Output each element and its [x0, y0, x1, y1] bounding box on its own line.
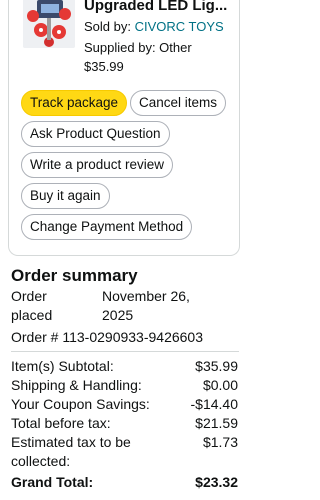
summary-divider [11, 351, 239, 352]
grand-total-label: Grand Total: [11, 474, 94, 490]
coupon-savings-label: Your Coupon Savings: [11, 396, 150, 412]
estimated-tax-value: $1.73 [202, 434, 238, 450]
ask-product-question-button[interactable]: Ask Product Question [21, 121, 170, 147]
subtotal-value: $35.99 [195, 358, 238, 374]
order-summary-title: Order summary [11, 266, 138, 285]
supplied-by: Supplied by: Other [84, 40, 192, 55]
total-before-tax-value: $21.59 [195, 415, 238, 431]
order-date-line2: 2025 [102, 307, 134, 323]
cancel-items-button[interactable]: Cancel items [130, 90, 227, 116]
order-date-line1: November 26, [102, 288, 190, 304]
toy-robot-kit-icon [23, 0, 75, 48]
sold-by-label: Sold by: [84, 19, 135, 34]
change-payment-button[interactable]: Change Payment Method [21, 214, 193, 240]
order-item-card: Upgraded LED Lig... Sold by: CIVORC TOYS… [8, 0, 240, 256]
sold-by: Sold by: CIVORC TOYS [84, 18, 224, 36]
shipping-label: Shipping & Handling: [11, 377, 142, 393]
buy-again-button[interactable]: Buy it again [21, 183, 110, 209]
track-package-button[interactable]: Track package [21, 90, 128, 116]
grand-total-value: $23.32 [195, 474, 238, 490]
estimated-tax-label-line1: Estimated tax to be [11, 434, 131, 450]
product-title[interactable]: Upgraded LED Lig... [84, 0, 256, 16]
seller-link[interactable]: CIVORC TOYS [135, 19, 224, 34]
estimated-tax-label-line2: collected: [11, 453, 71, 469]
order-placed-label-line1: Order [11, 288, 47, 304]
item-price: $35.99 [84, 59, 124, 74]
coupon-savings-value: -$14.40 [190, 396, 238, 412]
subtotal-label: Item(s) Subtotal: [11, 358, 114, 374]
shipping-value: $0.00 [202, 377, 238, 393]
order-number: Order # 113-0290933-9426603 [11, 329, 204, 345]
write-review-button[interactable]: Write a product review [21, 152, 174, 178]
order-placed-label-line2: placed [11, 307, 53, 323]
total-before-tax-label: Total before tax: [11, 415, 111, 431]
product-thumbnail[interactable] [23, 0, 75, 48]
